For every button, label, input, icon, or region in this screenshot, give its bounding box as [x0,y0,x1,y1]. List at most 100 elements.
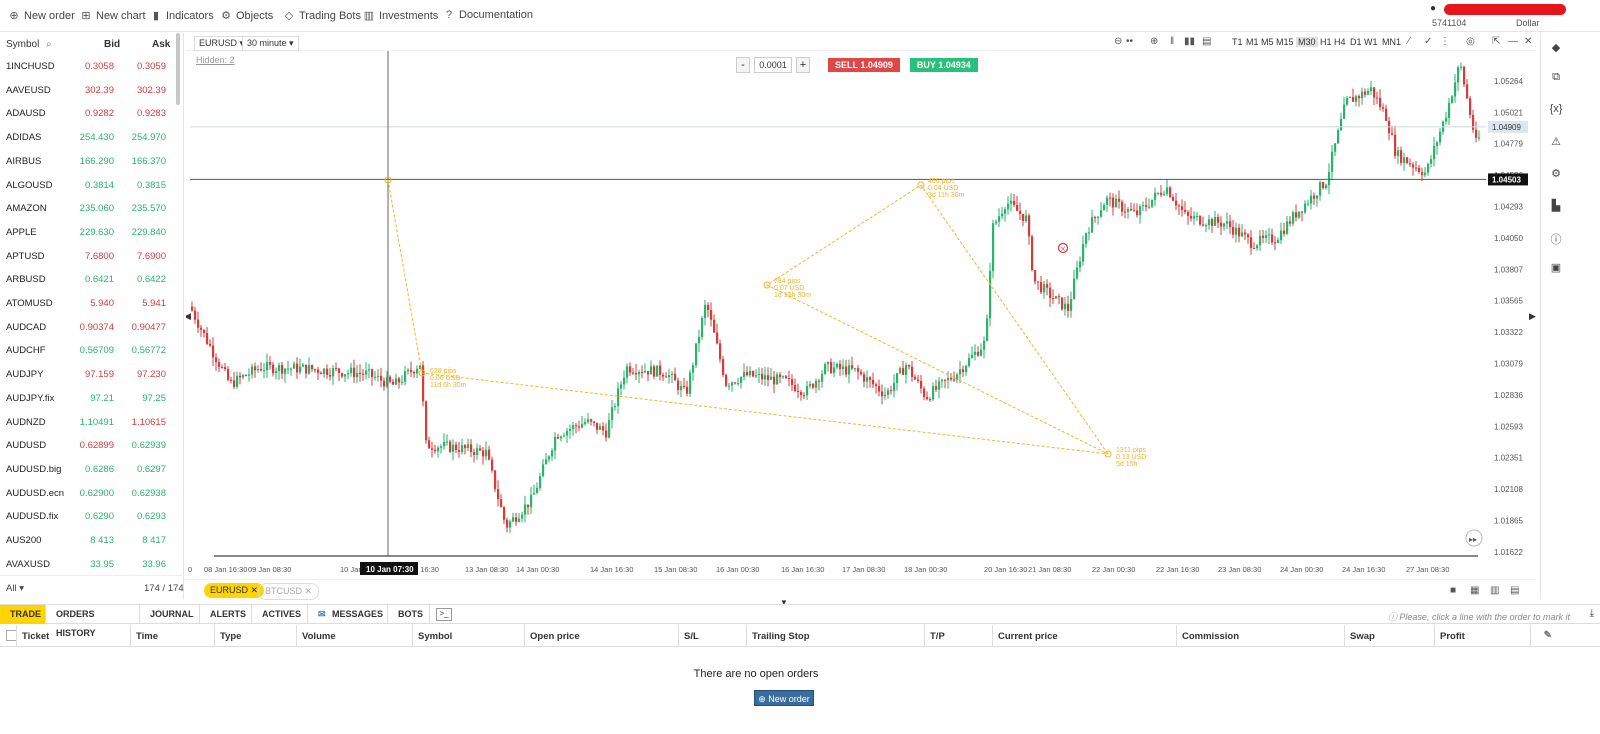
filter-dropdown[interactable]: All ▾ [6,583,24,594]
column-t-p[interactable]: T/P [930,631,945,642]
settings-gear-icon[interactable]: ⚙ [1546,167,1566,187]
warning-icon[interactable]: ⚠ [1546,135,1566,155]
column-s-l[interactable]: S/L [684,631,699,642]
indicators-button[interactable]: ▮ Indicators [150,9,214,23]
column-symbol[interactable]: Symbol [418,631,452,642]
symbol-row-airbus[interactable]: AIRBUS 166.290 166.370 [0,150,178,173]
symbol-row-arbusd[interactable]: ARBUSD 0.6421 0.6422 [0,268,178,291]
symbol-search-label[interactable]: Symbol [6,39,39,50]
symbol-row-aus200[interactable]: AUS200 8 413 8 417 [0,529,178,552]
bid-column-header[interactable]: Bid [104,39,120,50]
timeframe-m30[interactable]: M30 [1296,37,1318,47]
trading-bots-button[interactable]: ◇ Trading Bots [283,9,361,23]
column-commission[interactable]: Commission [1182,631,1239,642]
column-profit[interactable]: Profit [1440,631,1465,642]
symbol-row-audusd-ecn[interactable]: AUDUSD.ecn 0.62900 0.62938 [0,482,178,505]
sidebar-scrollbar[interactable] [176,33,180,105]
target-icon[interactable]: ◎ [1466,36,1475,47]
eraser-icon[interactable]: ◆ [1546,41,1566,61]
draw-line-icon[interactable]: ⁄ [1408,36,1410,47]
ask-column-header[interactable]: Ask [152,39,170,50]
column-time[interactable]: Time [136,631,158,642]
tab-actives[interactable]: ACTIVES [252,605,308,624]
zoom-dots-icon[interactable]: •• [1126,36,1133,47]
layout-single-icon[interactable]: ■ [1450,585,1456,596]
new-chart-button[interactable]: ⊞ New chart [80,9,145,23]
tab-messages[interactable]: ✉ MESSAGES [308,605,388,624]
account-menu[interactable]: ● 5741104 Dollar [1426,3,1586,29]
symbol-row-algousd[interactable]: ALGOUSD 0.3814 0.3815 [0,174,178,197]
tab-alerts[interactable]: ALERTS [200,605,252,624]
chart-tab-btcusd[interactable]: BTCUSD ✕ [258,583,320,600]
symbol-row-audusd-big[interactable]: AUDUSD.big 0.6286 0.6297 [0,458,178,481]
popout-icon[interactable]: ⇱ [1492,36,1500,47]
tab-journal[interactable]: JOURNAL [140,605,200,624]
tab-bots[interactable]: BOTS [388,605,430,624]
formula-icon[interactable]: {x} [1546,103,1566,123]
check-icon[interactable]: ✓ [1424,36,1432,47]
search-icon[interactable]: ⌕ [46,39,52,50]
timeframe-h1[interactable]: H1 [1320,37,1332,47]
symbol-row-aptusd[interactable]: APTUSD 7.6800 7.6900 [0,245,178,268]
scroll-left-arrow-icon[interactable]: ◀ [186,312,191,322]
bar-type-icon[interactable]: ǁ [1170,36,1174,47]
symbol-row-atomusd[interactable]: ATOMUSD 5.940 5.941 [0,292,178,315]
symbol-row-1inchusd[interactable]: 1INCHUSD 0.3058 0.3059 [0,55,178,78]
scroll-right-arrow-icon[interactable]: ▶ [1529,312,1536,322]
column-type[interactable]: Type [220,631,241,642]
column-swap[interactable]: Swap [1350,631,1375,642]
layout-rows-icon[interactable]: ▤ [1510,585,1519,596]
new-order-bottom-button[interactable]: ⊕ New order [754,690,814,706]
timeframe-m5[interactable]: M5 [1261,37,1274,47]
new-order-button[interactable]: ⊕ New order [8,9,74,23]
layout-grid-icon[interactable]: ▦ [1470,585,1479,596]
console-icon[interactable]: >_ [436,608,452,621]
symbol-row-audusd-fix[interactable]: AUDUSD.fix 0.6290 0.6293 [0,505,178,528]
column-open-price[interactable]: Open price [530,631,580,642]
timeframe-d1[interactable]: D1 [1350,37,1362,47]
close-icon[interactable]: ✕ [1524,36,1532,47]
symbol-dropdown[interactable]: EURUSD ▾ [194,36,250,51]
symbol-row-avaxusd[interactable]: AVAXUSD 33.95 33.96 [0,553,178,576]
symbol-row-audnzd[interactable]: AUDNZD 1.10491 1.10615 [0,411,178,434]
price-chart[interactable]: 1.052641.050211.047791.045361.042931.040… [186,51,1536,579]
info-icon[interactable]: ⓘ [1546,231,1566,251]
symbol-row-apple[interactable]: APPLE 229.630 229.840 [0,221,178,244]
documentation-button[interactable]: ? Documentation [443,9,533,21]
timeframe-w1[interactable]: W1 [1364,37,1378,47]
column-volume[interactable]: Volume [302,631,336,642]
tab-trade[interactable]: TRADE [0,605,46,624]
timeframe-h4[interactable]: H4 [1334,37,1346,47]
tab-orders-history[interactable]: ORDERS HISTORY [46,605,140,638]
symbol-row-adausd[interactable]: ADAUSD 0.9282 0.9283 [0,102,178,125]
timeframe-t1[interactable]: T1 [1232,37,1243,47]
timeframe-m15[interactable]: M15 [1276,37,1294,47]
timeframe-m1[interactable]: M1 [1246,37,1259,47]
panel-icon[interactable]: ▣ [1546,261,1566,281]
column-trailing-stop[interactable]: Trailing Stop [752,631,810,642]
zoom-out-icon[interactable]: ⊖ [1114,36,1122,47]
download-icon[interactable]: ⤓ [1590,608,1594,619]
symbol-row-aaveusd[interactable]: AAVEUSD 302.39 302.39 [0,79,178,102]
column-ticket[interactable]: Ticket [22,631,49,642]
objects-button[interactable]: ⚙ Objects [220,9,273,23]
symbol-row-audchf[interactable]: AUDCHF 0.56709 0.56772 [0,339,178,362]
investments-button[interactable]: ▥ Investments [363,9,439,23]
timeframe-mn1[interactable]: MN1 [1382,37,1401,47]
edit-pencil-icon[interactable]: ✎ [1544,630,1552,641]
timeframe-dropdown[interactable]: 30 minute ▾ [242,36,299,51]
column-current-price[interactable]: Current price [998,631,1058,642]
symbol-row-adidas[interactable]: ADIDAS 254.430 254.970 [0,126,178,149]
zoom-in-icon[interactable]: ⊕ [1150,36,1158,47]
line-chart-icon[interactable]: ▤ [1202,36,1211,47]
layout-columns-icon[interactable]: ▥ [1490,585,1499,596]
layers-icon[interactable]: ⧉ [1546,71,1566,91]
symbol-row-audusd[interactable]: AUDUSD 0.62899 0.62939 [0,434,178,457]
symbol-row-amazon[interactable]: AMAZON 235.060 235.570 [0,197,178,220]
collapse-icon[interactable]: — [1508,36,1518,47]
bar-chart-icon[interactable]: ▙ [1546,199,1566,219]
symbol-row-audcad[interactable]: AUDCAD 0.90374 0.90477 [0,316,178,339]
candle-type-icon[interactable]: ▮▮ [1184,36,1195,47]
symbol-row-audjpy-fix[interactable]: AUDJPY.fix 97.21 97.25 [0,387,178,410]
chart-tab-eurusd[interactable]: EURUSD ✕ [204,583,265,598]
